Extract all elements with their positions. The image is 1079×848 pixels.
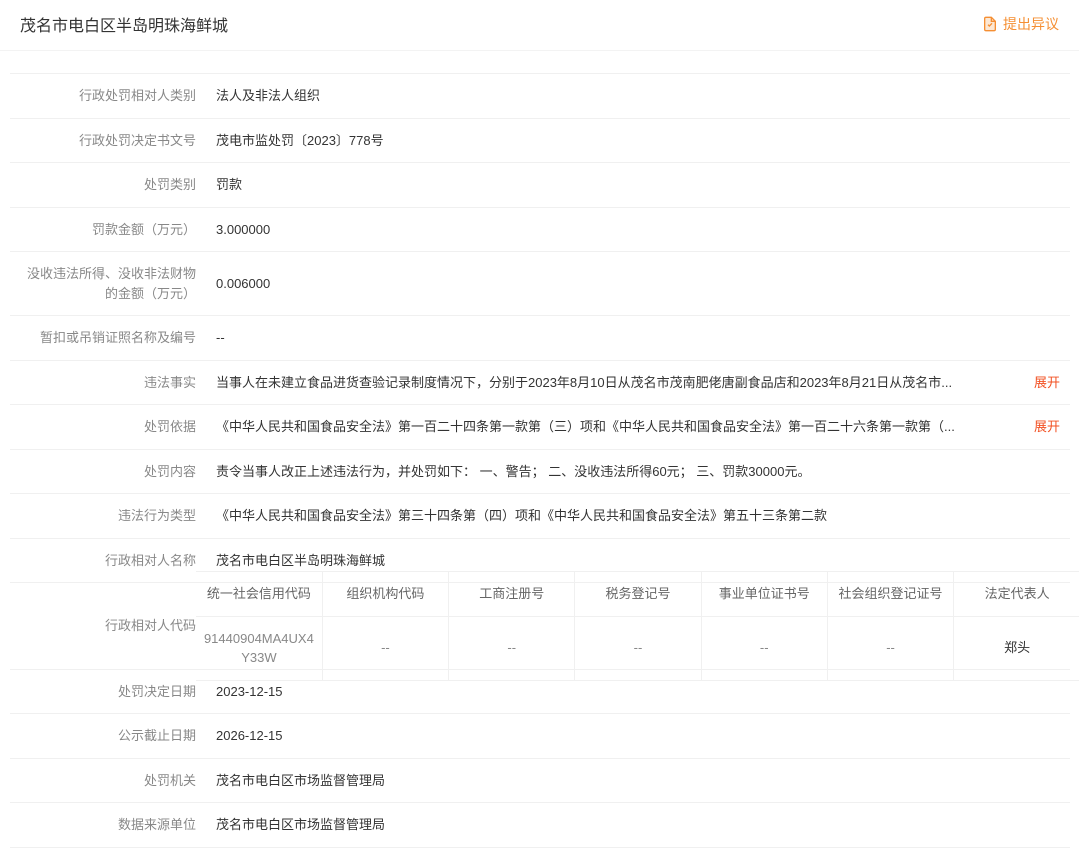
sub-header: 组织机构代码 bbox=[322, 572, 448, 617]
table-row: 行政处罚决定书文号 茂电市监处罚〔2023〕778号 bbox=[10, 118, 1070, 163]
table-row: 公示截止日期 2026-12-15 bbox=[10, 714, 1070, 759]
field-label: 行政处罚相对人类别 bbox=[10, 74, 206, 119]
field-label: 数据来源单位 bbox=[10, 803, 206, 848]
field-value: -- bbox=[206, 316, 1070, 361]
field-label: 违法行为类型 bbox=[10, 494, 206, 539]
expand-button[interactable]: 展开 bbox=[1034, 417, 1060, 437]
field-value: 《中华人民共和国食品安全法》第三十四条第（四）项和《中华人民共和国食品安全法》第… bbox=[206, 494, 1070, 539]
field-label: 没收违法所得、没收非法财物的金额（万元） bbox=[10, 252, 206, 316]
table-row: 处罚决定日期 2023-12-15 bbox=[10, 669, 1070, 714]
table-row: 行政处罚相对人类别 法人及非法人组织 bbox=[10, 74, 1070, 119]
field-value: 2023-12-15 bbox=[206, 669, 1070, 714]
page-title: 茂名市电白区半岛明珠海鲜城 bbox=[20, 12, 228, 36]
spacer bbox=[0, 51, 1079, 73]
table-row: 处罚类别 罚款 bbox=[10, 163, 1070, 208]
raise-objection-button[interactable]: 提出异议 bbox=[982, 14, 1059, 34]
field-label: 处罚类别 bbox=[10, 163, 206, 208]
table-row: 没收违法所得、没收非法财物的金额（万元） 0.006000 bbox=[10, 252, 1070, 316]
code-sub-table-cell: 统一社会信用代码 组织机构代码 工商注册号 税务登记号 事业单位证书号 社会组织… bbox=[206, 583, 1070, 670]
sub-header-row: 统一社会信用代码 组织机构代码 工商注册号 税务登记号 事业单位证书号 社会组织… bbox=[196, 572, 1079, 617]
field-label: 处罚依据 bbox=[10, 405, 206, 450]
sub-header: 统一社会信用代码 bbox=[196, 572, 322, 617]
illegal-fact-text: 当事人在未建立食品进货查验记录制度情况下，分别于2023年8月10日从茂名市茂南… bbox=[216, 373, 1030, 393]
table-row: 暂扣或吊销证照名称及编号 -- bbox=[10, 316, 1070, 361]
field-value: 法人及非法人组织 bbox=[206, 74, 1070, 119]
code-sub-table: 统一社会信用代码 组织机构代码 工商注册号 税务登记号 事业单位证书号 社会组织… bbox=[196, 571, 1079, 681]
field-value: 3.000000 bbox=[206, 207, 1070, 252]
penalty-detail-table: 行政处罚相对人类别 法人及非法人组织 行政处罚决定书文号 茂电市监处罚〔2023… bbox=[10, 73, 1070, 848]
sub-header: 事业单位证书号 bbox=[701, 572, 827, 617]
field-label: 行政处罚决定书文号 bbox=[10, 118, 206, 163]
table-row: 处罚机关 茂名市电白区市场监督管理局 bbox=[10, 758, 1070, 803]
field-label: 行政相对人代码 bbox=[10, 583, 206, 670]
field-value: 0.006000 bbox=[206, 252, 1070, 316]
expand-button[interactable]: 展开 bbox=[1034, 373, 1060, 393]
field-label: 处罚机关 bbox=[10, 758, 206, 803]
field-value: 责令当事人改正上述违法行为，并处罚如下： 一、警告； 二、没收违法所得60元； … bbox=[206, 449, 1070, 494]
page-header: 茂名市电白区半岛明珠海鲜城 提出异议 bbox=[0, 0, 1079, 51]
basis-text: 《中华人民共和国食品安全法》第一百二十四条第一款第（三）项和《中华人民共和国食品… bbox=[216, 417, 1030, 437]
field-label: 处罚内容 bbox=[10, 449, 206, 494]
field-label: 违法事实 bbox=[10, 360, 206, 405]
field-label: 处罚决定日期 bbox=[10, 669, 206, 714]
field-label: 暂扣或吊销证照名称及编号 bbox=[10, 316, 206, 361]
sub-header: 税务登记号 bbox=[575, 572, 701, 617]
field-value: 茂名市电白区市场监督管理局 bbox=[206, 803, 1070, 848]
field-value: 当事人在未建立食品进货查验记录制度情况下，分别于2023年8月10日从茂名市茂南… bbox=[206, 360, 1070, 405]
field-label: 罚款金额（万元） bbox=[10, 207, 206, 252]
field-value: 《中华人民共和国食品安全法》第一百二十四条第一款第（三）项和《中华人民共和国食品… bbox=[206, 405, 1070, 450]
table-row: 处罚依据 《中华人民共和国食品安全法》第一百二十四条第一款第（三）项和《中华人民… bbox=[10, 405, 1070, 450]
sub-header: 法定代表人 bbox=[954, 572, 1079, 617]
field-value: 茂电市监处罚〔2023〕778号 bbox=[206, 118, 1070, 163]
table-row: 处罚内容 责令当事人改正上述违法行为，并处罚如下： 一、警告； 二、没收违法所得… bbox=[10, 449, 1070, 494]
sub-header: 社会组织登记证号 bbox=[827, 572, 953, 617]
sub-header: 工商注册号 bbox=[449, 572, 575, 617]
field-label: 公示截止日期 bbox=[10, 714, 206, 759]
objection-label: 提出异议 bbox=[1003, 14, 1059, 34]
field-value: 2026-12-15 bbox=[206, 714, 1070, 759]
field-label: 行政相对人名称 bbox=[10, 538, 206, 583]
table-row: 违法行为类型 《中华人民共和国食品安全法》第三十四条第（四）项和《中华人民共和国… bbox=[10, 494, 1070, 539]
field-value: 罚款 bbox=[206, 163, 1070, 208]
table-row: 数据来源单位 茂名市电白区市场监督管理局 bbox=[10, 803, 1070, 848]
objection-icon bbox=[982, 16, 998, 32]
table-row: 行政相对人代码 统一社会信用代码 组织机构代码 工商注册号 税务登记号 事业单位… bbox=[10, 583, 1070, 670]
field-value: 茂名市电白区市场监督管理局 bbox=[206, 758, 1070, 803]
table-row: 罚款金额（万元） 3.000000 bbox=[10, 207, 1070, 252]
table-row: 违法事实 当事人在未建立食品进货查验记录制度情况下，分别于2023年8月10日从… bbox=[10, 360, 1070, 405]
